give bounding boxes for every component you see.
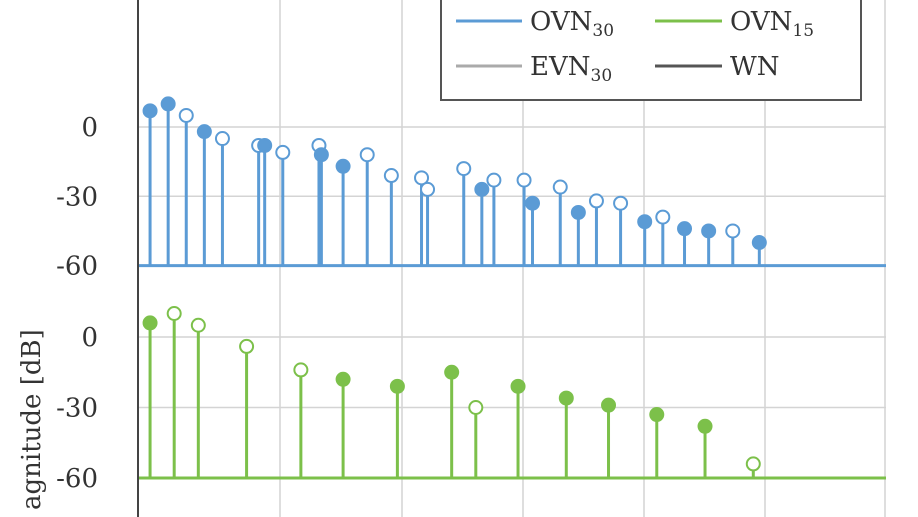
legend-label: WN (730, 52, 779, 82)
stem-marker-open (239, 338, 255, 354)
stem-marker-filled (701, 223, 717, 239)
stem-marker-filled (649, 407, 665, 423)
stem-marker-open (359, 147, 375, 163)
stem-marker-open (166, 306, 182, 321)
stem-marker-filled (160, 96, 176, 112)
stem-marker-filled (257, 137, 273, 153)
stem-marker-open (420, 181, 436, 197)
stem-marker-open (468, 400, 484, 415)
stem-marker-open (516, 172, 532, 188)
stem-marker-filled (525, 195, 541, 211)
stem-marker-open (613, 195, 629, 211)
stem-marker-open (293, 362, 309, 378)
stem-marker-filled (677, 221, 693, 237)
stem-marker-open (190, 317, 206, 333)
stem-marker-open (588, 193, 604, 209)
stem-marker-open (725, 223, 741, 239)
stem-marker-open (275, 144, 291, 160)
stem-marker-filled (389, 378, 405, 394)
stem-marker-filled (558, 390, 574, 406)
stem-marker-filled (313, 147, 329, 163)
stem-marker-filled (444, 364, 460, 380)
stem-marker-filled (196, 124, 212, 140)
stem-marker-filled (474, 181, 490, 197)
bottom-panel: 0 -30 -60 (56, 306, 886, 494)
y-tick-label: -30 (56, 394, 98, 424)
legend-box (440, 0, 862, 101)
y-axis-label: agnitude [dB] (17, 329, 47, 510)
stem-marker-open (655, 209, 671, 225)
stem-marker-open (214, 131, 230, 147)
legend: OVN30 OVN15EVN30 WN (440, 0, 862, 101)
stem-marker-filled (335, 371, 351, 387)
stem-marker-open (745, 456, 761, 472)
stem-marker-filled (751, 235, 767, 250)
stem-marker-open (178, 107, 194, 123)
top-panel: 0 -30 -60 (56, 96, 886, 282)
stem-marker-open (486, 172, 502, 188)
stem-marker-filled (570, 204, 586, 220)
stem-chart: 0 -30 -60 0 -30 -60 OVN30 OVN15EVN30 WN agnitu… (17, 0, 886, 517)
stem-marker-filled (637, 214, 653, 230)
stem-marker-filled (142, 103, 158, 119)
y-tick-label: 0 (81, 113, 98, 143)
stem-marker-filled (142, 315, 158, 331)
stem-marker-filled (335, 158, 351, 174)
y-tick-label: -30 (56, 182, 98, 212)
stem-marker-open (383, 168, 399, 184)
stem-marker-filled (510, 378, 526, 394)
y-tick-label: 0 (81, 323, 98, 353)
y-tick-label: -60 (56, 252, 98, 282)
stem-marker-open (456, 161, 472, 177)
stem-marker-filled (601, 397, 617, 413)
stem-marker-filled (697, 418, 713, 434)
stem-marker-open (552, 179, 568, 195)
y-tick-label: -60 (56, 464, 98, 494)
